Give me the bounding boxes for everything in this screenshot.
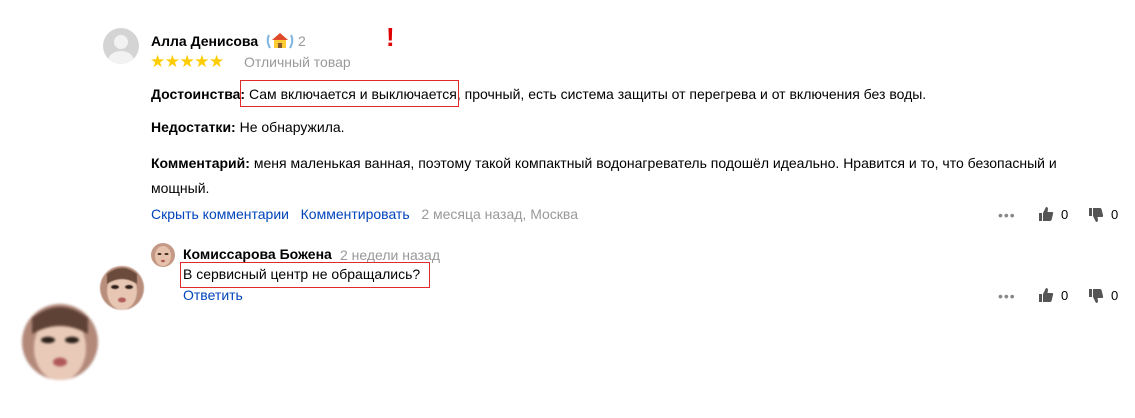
pros-label: Достоинства: <box>151 86 246 102</box>
reply-more-button[interactable]: ••• <box>998 288 1016 304</box>
reply-dislike-icon[interactable] <box>1088 288 1104 304</box>
add-comment-link[interactable]: Комментировать <box>301 206 410 222</box>
review-dislike-icon[interactable] <box>1088 207 1104 223</box>
reviewer-name[interactable]: Алла Денисова <box>151 33 258 49</box>
review-like-icon[interactable] <box>1038 206 1054 222</box>
review-cons: Недостатки: Не обнаружила. <box>151 119 345 135</box>
hide-comments-link[interactable]: Скрыть комментарии <box>151 206 289 222</box>
reply-author-name[interactable]: Комиссарова Божена <box>183 246 332 262</box>
review-comment: Комментарий: меня маленькая ванная, поэт… <box>151 151 1081 201</box>
reviewer-avatar[interactable] <box>103 28 139 64</box>
review-dislike-count: 0 <box>1111 207 1119 222</box>
reply-dislike-count: 0 <box>1111 288 1119 303</box>
highlight-box-pros <box>240 80 459 107</box>
highlight-box-reply <box>180 262 430 288</box>
comment-label: Комментарий: <box>151 155 250 171</box>
reviewer-level-badge-icon <box>264 31 296 51</box>
reviewer-badge-count: 2 <box>298 33 306 49</box>
reply-time: 2 недели назад <box>340 247 440 263</box>
review-more-button[interactable]: ••• <box>998 207 1016 223</box>
avatar-preview-medium <box>100 266 144 310</box>
review-meta: 2 месяца назад, Москва <box>421 206 578 222</box>
reply-answer-link[interactable]: Ответить <box>183 287 243 303</box>
cons-label: Недостатки: <box>151 119 236 135</box>
rating-stars: ★★★★★ <box>150 52 224 71</box>
avatar-preview-large <box>22 304 98 380</box>
pros-text: прочный, есть система защиты от перегрев… <box>460 86 927 102</box>
review-like-count: 0 <box>1061 207 1069 222</box>
reply-like-count: 0 <box>1061 288 1069 303</box>
comment-text: меня маленькая ванная, поэтому такой ком… <box>151 155 1057 196</box>
reply-like-icon[interactable] <box>1038 287 1054 303</box>
rating-label: Отличный товар <box>244 54 351 70</box>
reply-author-avatar[interactable] <box>151 243 175 267</box>
cons-text: Не обнаружила. <box>235 119 345 135</box>
annotation-exclamation: ! <box>386 22 395 52</box>
review-actions: Скрыть комментарии Комментировать 2 меся… <box>151 206 578 222</box>
